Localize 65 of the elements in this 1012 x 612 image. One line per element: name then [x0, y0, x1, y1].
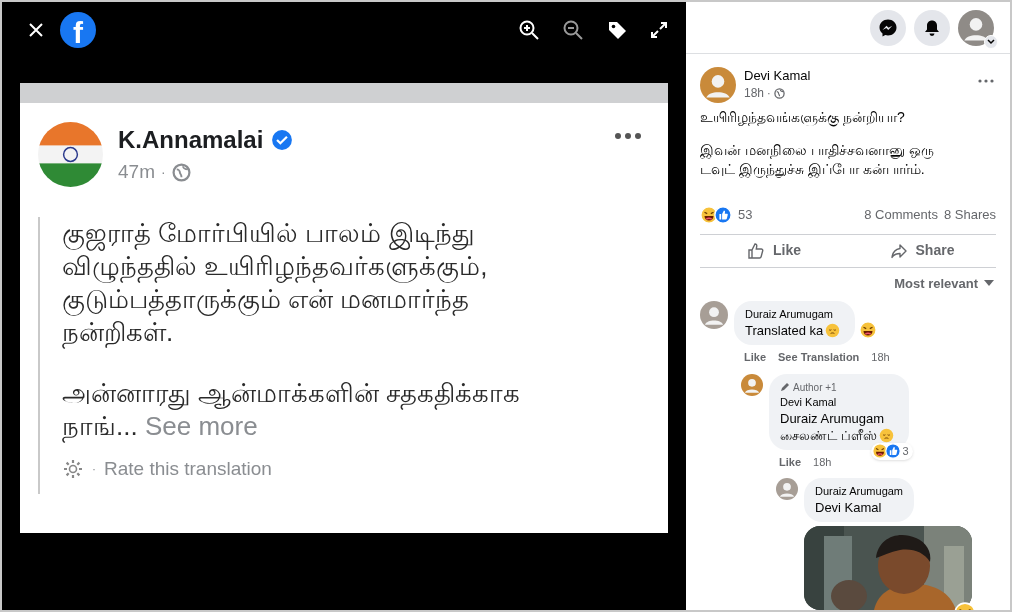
commenter-avatar: [776, 478, 798, 500]
post-text: இவன் மனநிலை பாதிச்சவனானு ஒரு டவுட் இருந்துச்சு இப்போ கன்பார்ம்.: [700, 141, 935, 179]
commenter-avatar: [741, 373, 763, 396]
author-avatar: [700, 67, 736, 103]
commenter-name[interactable]: Devi Kamal: [780, 394, 898, 410]
share-arrow-icon: [889, 241, 908, 260]
pencil-icon: [780, 382, 790, 392]
thumbs-up-icon: [714, 205, 732, 224]
separator-dot: ·: [767, 85, 771, 101]
zoom-out-icon[interactable]: [562, 19, 584, 41]
author-label: Author +1: [793, 380, 837, 395]
author-name[interactable]: Devi Kamal: [744, 67, 811, 84]
more-options-icon: [614, 132, 642, 140]
tag-icon[interactable]: [606, 19, 628, 41]
flag-avatar: [38, 122, 103, 187]
thumbs-up-icon: [747, 241, 765, 260]
notifications-button[interactable]: [914, 9, 950, 46]
see-translation-link[interactable]: See Translation: [778, 349, 860, 366]
post-text: உயிரிழந்தவங்களுக்கு நன்றியா?: [700, 108, 906, 127]
bell-icon: [923, 18, 941, 37]
comment-time[interactable]: 18h: [813, 453, 832, 470]
globe-icon: [171, 162, 191, 182]
like-link[interactable]: Like: [744, 349, 766, 366]
commenter-name[interactable]: Duraiz Arumugam: [815, 484, 904, 499]
comments-count[interactable]: 8 Comments: [864, 205, 938, 225]
shares-count[interactable]: 8 Shares: [943, 205, 996, 225]
profile-avatar: [958, 9, 994, 46]
commenter-avatar: [700, 301, 728, 329]
more-options-icon: [978, 79, 994, 83]
post-time[interactable]: 18h: [744, 84, 765, 102]
mention-link[interactable]: Duraiz Arumugam: [780, 409, 898, 427]
sad-emoji-icon: [825, 323, 841, 338]
facebook-logo[interactable]: f: [60, 12, 96, 48]
reaction-summary[interactable]: 3: [870, 443, 913, 460]
comment-text: Translated ka: [745, 322, 824, 339]
fullscreen-icon[interactable]: [650, 21, 668, 39]
reaction-count: 3: [902, 444, 909, 459]
post-time: 47m: [118, 160, 155, 184]
account-button[interactable]: [958, 8, 996, 47]
messenger-button[interactable]: [870, 9, 906, 46]
mention-link[interactable]: Devi Kamal: [815, 499, 904, 516]
author-name[interactable]: K.Annamalai: [118, 125, 264, 155]
caret-icon: [987, 38, 995, 45]
settings-icon: [62, 458, 84, 481]
comment-text: சைலண்ட் ப்ளீஸ்: [780, 426, 877, 444]
separator-dot: ·: [92, 461, 96, 479]
like-button[interactable]: Like: [700, 240, 848, 261]
reaction-count[interactable]: 53: [738, 205, 753, 225]
zoom-in-icon[interactable]: [518, 19, 540, 41]
thumbs-up-icon: [884, 443, 901, 460]
sort-dropdown[interactable]: Most relevant: [894, 273, 994, 293]
comment-time[interactable]: 18h: [871, 349, 890, 366]
separator-dot: ·: [160, 162, 166, 182]
share-button[interactable]: Share: [848, 240, 996, 261]
rate-translation-link[interactable]: Rate this translation: [104, 455, 272, 484]
like-link[interactable]: Like: [779, 453, 801, 470]
laughing-emoji-icon: [871, 443, 888, 460]
commenter-name[interactable]: Duraiz Arumugam: [745, 307, 845, 322]
dropdown-caret-icon: [984, 280, 994, 287]
see-more-link[interactable]: See more: [144, 411, 258, 441]
sad-emoji-icon: [878, 427, 894, 443]
globe-icon: [773, 87, 785, 99]
post-paragraph: குஜராத் மோர்பியில் பாலம் இடிந்து விழுந்ததில் உயிரிழந்தவர்களுக்கும், குடும்பத்தாருக்கும் என் மனமார்ந்த நன்றிகள்.: [62, 217, 489, 349]
post-paragraph: அன்னாரது ஆன்மாக்களின் சதகதிக்காக நாங்... See more: [62, 377, 522, 443]
messenger-icon: [878, 17, 898, 38]
